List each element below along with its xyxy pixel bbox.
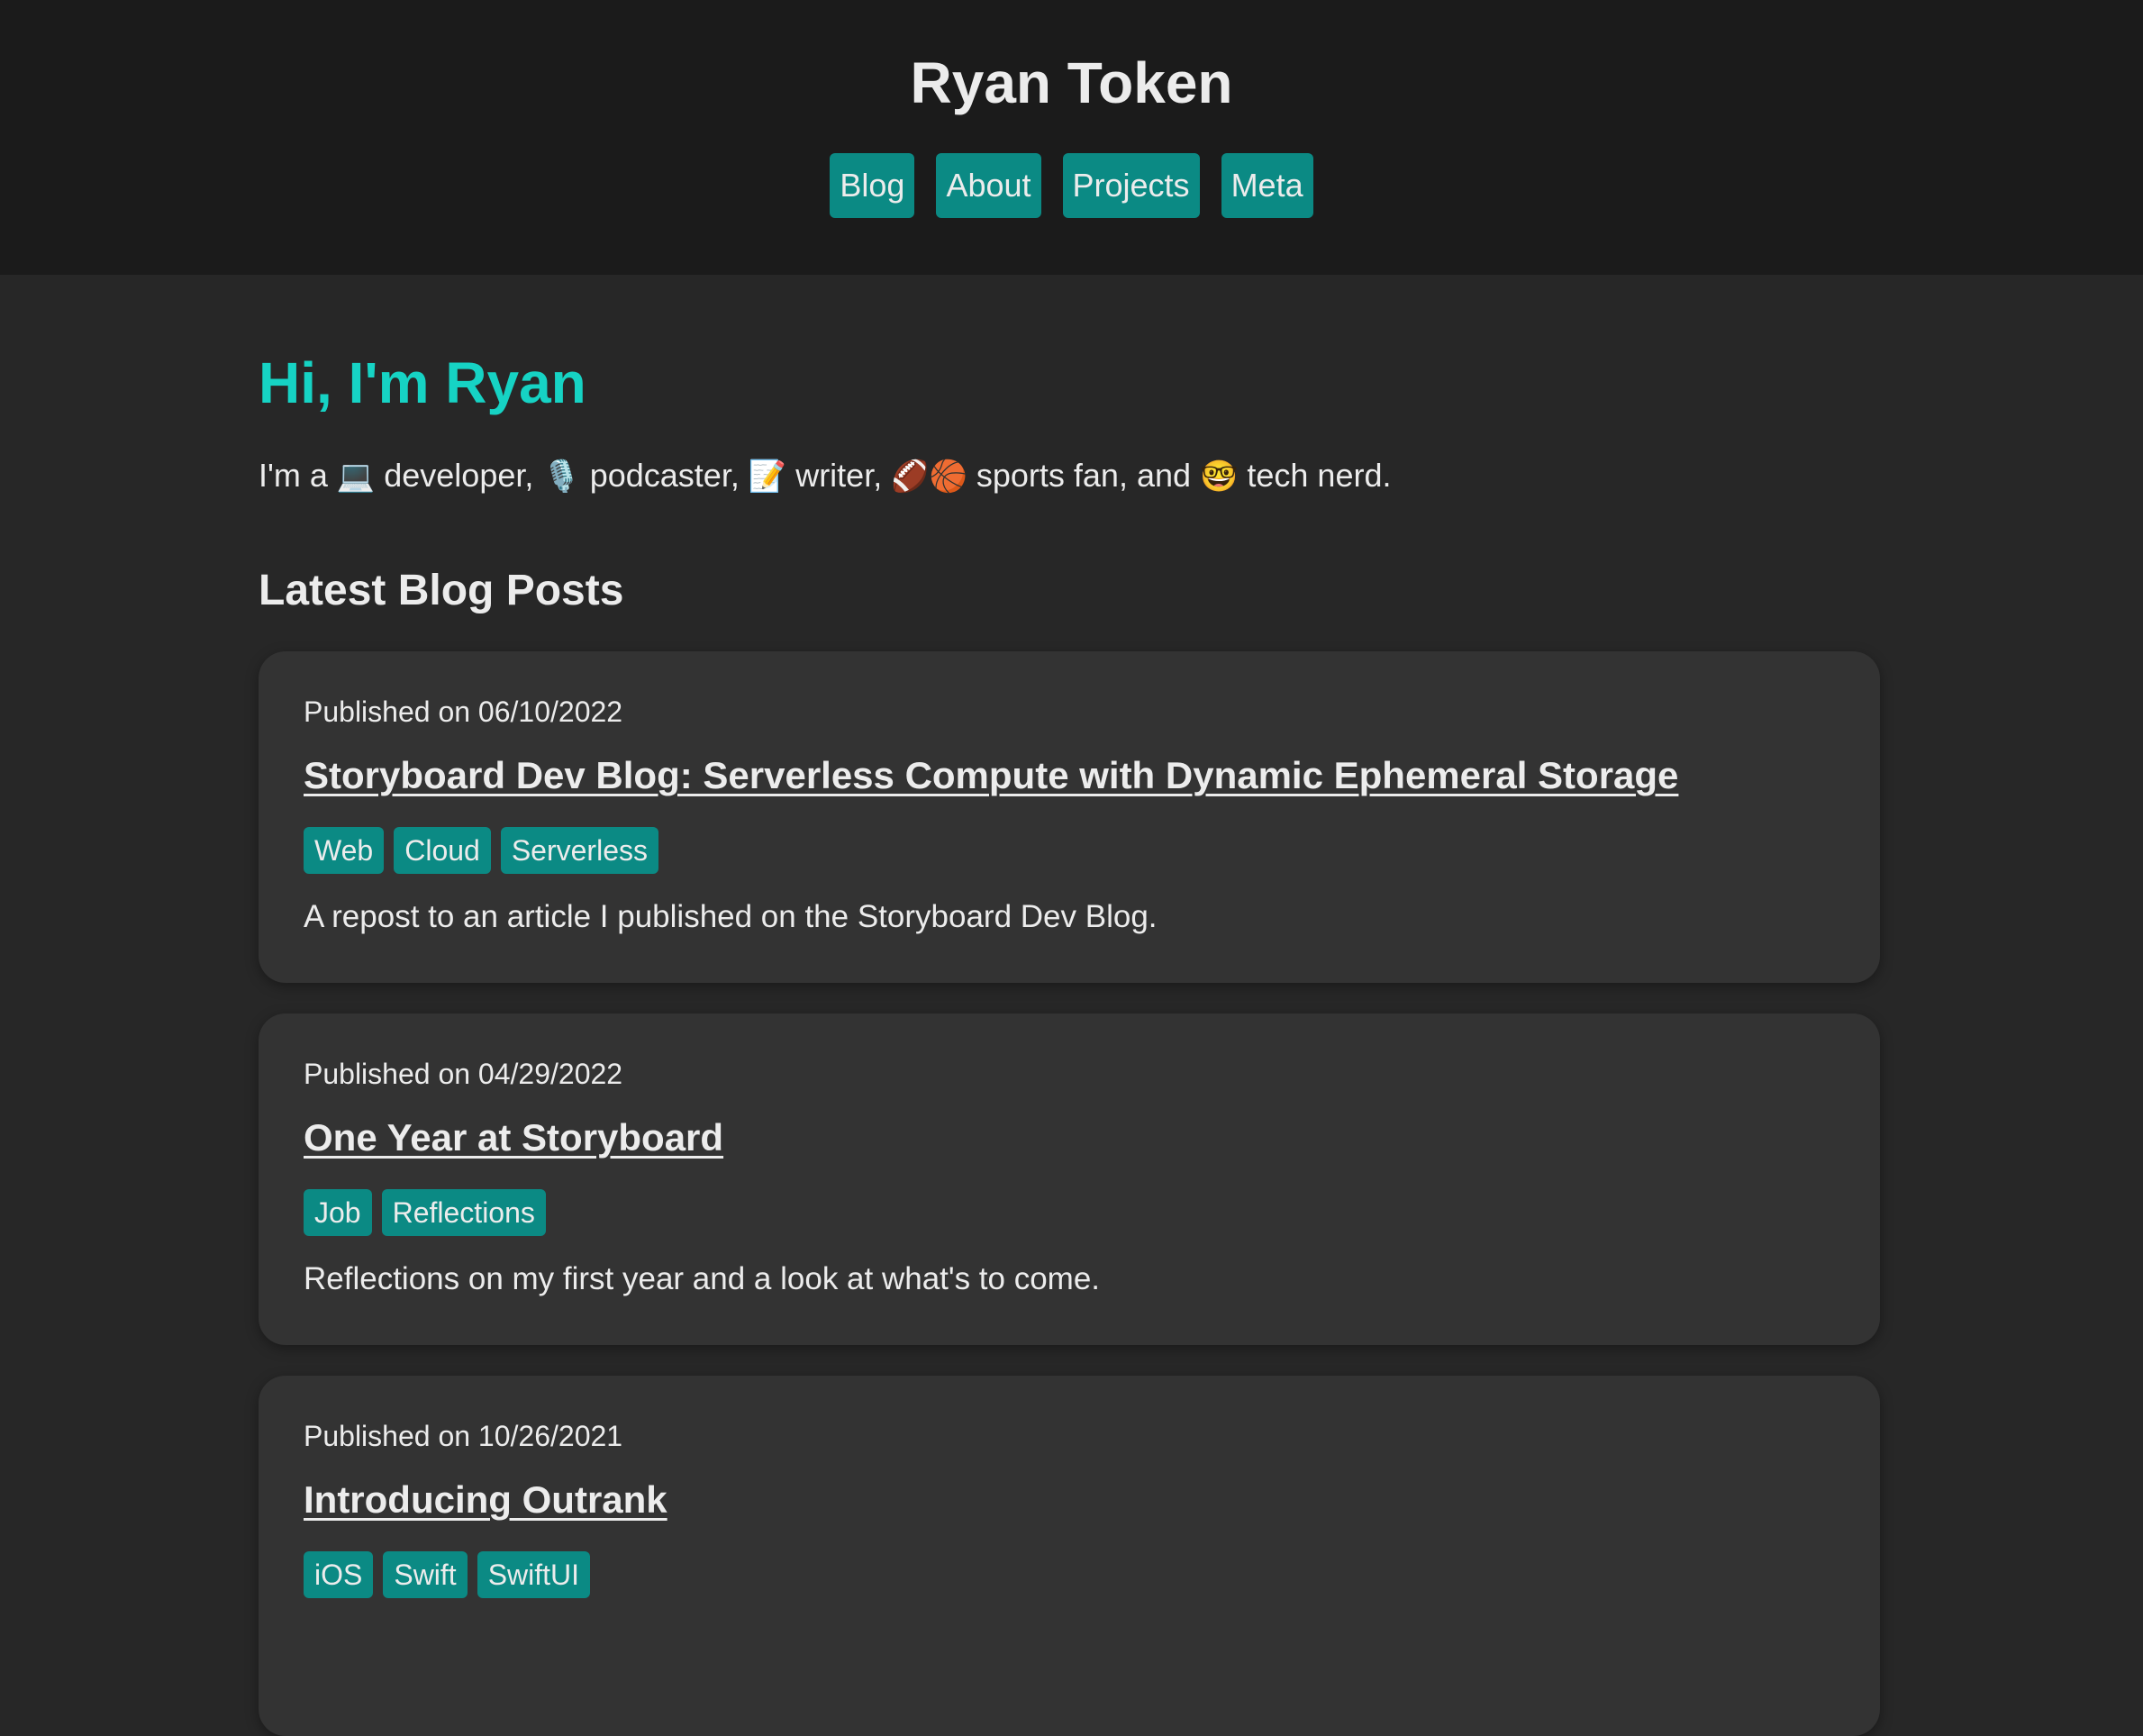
post-title-link[interactable]: Introducing Outrank — [304, 1475, 667, 1525]
post-card: Published on 10/26/2021 Introducing Outr… — [259, 1376, 1880, 1736]
post-title-link[interactable]: Storyboard Dev Blog: Serverless Compute … — [304, 750, 1678, 801]
post-description: Reflections on my first year and a look … — [304, 1261, 1101, 1296]
intro-text-part: I'm a — [259, 457, 337, 494]
intro-text-part: writer, — [786, 457, 892, 494]
post-tags: Web Cloud Serverless — [304, 827, 658, 874]
tag-serverless[interactable]: Serverless — [500, 827, 658, 874]
football-basketball-icon: 🏈🏀 — [891, 459, 967, 494]
tag-swift[interactable]: Swift — [383, 1551, 468, 1598]
memo-icon: 📝 — [748, 459, 787, 494]
tag-job[interactable]: Job — [304, 1189, 372, 1236]
nav-meta-button[interactable]: Meta — [1221, 153, 1313, 218]
nav-about-button[interactable]: About — [936, 153, 1041, 218]
intro-text-part: podcaster, — [580, 457, 749, 494]
site-header: Ryan Token Blog About Projects Meta — [0, 0, 2143, 275]
tag-cloud[interactable]: Cloud — [394, 827, 491, 874]
hero-title: Hi, I'm Ryan — [259, 350, 586, 415]
intro-text-part: developer, — [375, 457, 543, 494]
tag-swiftui[interactable]: SwiftUI — [477, 1551, 591, 1598]
latest-posts-heading: Latest Blog Posts — [259, 567, 624, 614]
intro-text: I'm a 💻 developer, 🎙️ podcaster, 📝 write… — [259, 450, 1391, 502]
tag-web[interactable]: Web — [304, 827, 385, 874]
intro-text-part: tech nerd. — [1238, 457, 1392, 494]
nav-blog-button[interactable]: Blog — [830, 153, 915, 218]
post-description: A repost to an article I published on th… — [304, 899, 1158, 934]
post-date: Published on 04/29/2022 — [304, 1058, 623, 1090]
tag-ios[interactable]: iOS — [304, 1551, 374, 1598]
tag-reflections[interactable]: Reflections — [381, 1189, 546, 1236]
post-date: Published on 10/26/2021 — [304, 1420, 623, 1452]
post-tags: iOS Swift SwiftUI — [304, 1551, 591, 1598]
post-title-link[interactable]: One Year at Storyboard — [304, 1113, 723, 1163]
microphone-icon: 🎙️ — [542, 459, 581, 494]
site-title[interactable]: Ryan Token — [0, 47, 2143, 119]
intro-text-part: sports fan, and — [967, 457, 1201, 494]
nerd-face-icon: 🤓 — [1200, 459, 1239, 494]
post-tags: Job Reflections — [304, 1189, 546, 1236]
laptop-icon: 💻 — [336, 459, 376, 494]
nav-projects-button[interactable]: Projects — [1062, 153, 1200, 218]
post-card: Published on 04/29/2022 One Year at Stor… — [259, 1013, 1880, 1345]
post-card: Published on 06/10/2022 Storyboard Dev B… — [259, 651, 1880, 983]
post-date: Published on 06/10/2022 — [304, 695, 623, 728]
main-nav: Blog About Projects Meta — [0, 153, 2143, 218]
